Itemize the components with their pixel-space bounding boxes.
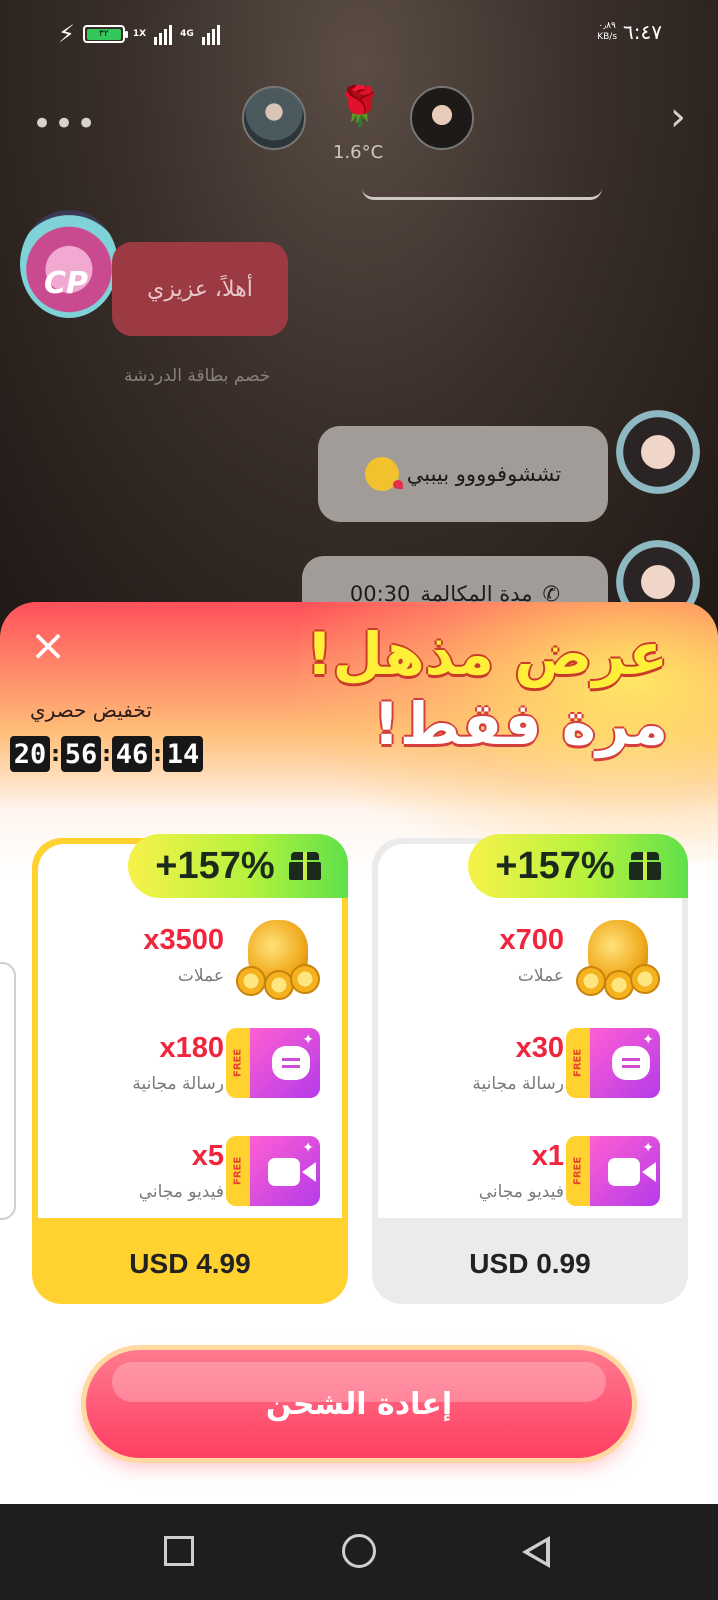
signal-icon-2	[201, 23, 220, 45]
bonus-badge: +157%	[468, 834, 688, 898]
carousel-edge	[0, 962, 16, 1220]
coins-amount: x3500	[143, 924, 224, 956]
chat-card-note: خصم بطاقة الدردشة	[124, 366, 271, 386]
exclusive-discount-label: تخفيض حصري	[30, 698, 152, 722]
coin-bag-icon	[234, 916, 322, 1000]
countdown-separator: :	[51, 741, 60, 767]
signal-icon	[154, 23, 173, 45]
intimacy-temperature: 1.6°C	[333, 142, 384, 163]
package-price: USD 4.99	[129, 1248, 251, 1279]
kiss-emoji-icon	[364, 457, 403, 491]
bonus-badge: +157%	[128, 834, 348, 898]
cp-badge-avatar[interactable]	[20, 210, 118, 318]
free-video-row: x5 فيديو مجاني FREE ✦	[38, 1130, 342, 1220]
package-contents: x700 عملات x30 رسالة مجانية FREE ✦ x1 في…	[378, 844, 682, 1218]
rose-icon: 🌹	[336, 84, 384, 128]
countdown-segment: 56	[61, 736, 101, 772]
countdown-separator: :	[153, 741, 162, 767]
cp-badge-text: CP	[44, 266, 89, 301]
coins-row: x3500 عملات	[38, 914, 342, 1004]
coins-row: x700 عملات	[378, 914, 682, 1004]
chevron-right-icon[interactable]: ›	[670, 94, 686, 140]
free-messages-label: رسالة مجانية	[132, 1074, 224, 1094]
offer-sheet: × عرض مذهل! مرة فقط! تخفيض حصري 20 : 56 …	[0, 602, 718, 1504]
battery-level: ٣٢	[86, 28, 121, 40]
package-contents: x3500 عملات x180 رسالة مجانية FREE ✦ x5	[38, 844, 342, 1218]
countdown-separator: :	[102, 741, 111, 767]
my-avatar[interactable]	[410, 86, 474, 150]
package-card[interactable]: x700 عملات x30 رسالة مجانية FREE ✦ x1 في…	[372, 834, 688, 1304]
close-icon[interactable]: ×	[28, 624, 68, 668]
free-messages-row: x180 رسالة مجانية FREE ✦	[38, 1022, 342, 1112]
status-icons: ⚡ ٣٢ 1X 4G	[58, 20, 220, 48]
sender-avatar[interactable]	[616, 410, 700, 494]
free-messages-amount: x30	[515, 1032, 564, 1064]
free-tag: FREE	[226, 1028, 250, 1098]
coins-amount: x700	[499, 924, 564, 956]
back-icon[interactable]	[522, 1536, 550, 1568]
recharge-button-label: إعادة الشحن	[265, 1386, 453, 1422]
clock: ٦:٤٧	[623, 20, 662, 44]
partner-avatar[interactable]	[242, 86, 306, 150]
recharge-button[interactable]: إعادة الشحن	[86, 1350, 632, 1458]
coin-bag-icon	[574, 916, 662, 1000]
status-bar: ⚡ ٣٢ 1X 4G ٠٫٨٩ KB/s ٦:٤٧	[0, 0, 718, 70]
chat-header: ••• 🌹 1.6°C ›	[0, 82, 718, 200]
battery-icon: ٣٢	[82, 25, 128, 43]
countdown-segment: 20	[10, 736, 50, 772]
network-tag-4g: 4G	[180, 29, 194, 39]
bonus-percent: +157%	[495, 844, 615, 887]
coins-label: عملات	[517, 966, 564, 986]
countdown-segment: 46	[112, 736, 152, 772]
free-message-icon: FREE ✦	[566, 1028, 660, 1098]
status-right: ٠٫٨٩ KB/s ٦:٤٧	[597, 20, 662, 44]
network-speed: ٠٫٨٩ KB/s	[597, 21, 617, 43]
free-video-row: x1 فيديو مجاني FREE ✦	[378, 1130, 682, 1220]
free-video-icon: FREE ✦	[566, 1136, 660, 1206]
free-tag: FREE	[566, 1028, 590, 1098]
home-icon[interactable]	[342, 1534, 376, 1568]
coins-label: عملات	[177, 966, 224, 986]
header-divider	[362, 188, 602, 200]
free-message-icon: FREE ✦	[226, 1028, 320, 1098]
gift-icon	[288, 852, 321, 880]
free-video-amount: x1	[531, 1140, 564, 1172]
free-video-amount: x5	[191, 1140, 224, 1172]
package-price: USD 0.99	[469, 1248, 591, 1279]
bonus-percent: +157%	[155, 844, 275, 887]
free-tag: FREE	[566, 1136, 590, 1206]
free-video-label: فيديو مجاني	[138, 1182, 224, 1202]
offer-headline-2: مرة فقط!	[373, 690, 668, 758]
free-video-label: فيديو مجاني	[478, 1182, 564, 1202]
recent-apps-icon[interactable]	[164, 1536, 194, 1566]
sent-message-text: تششوفوووو بيببي	[406, 462, 562, 486]
free-messages-amount: x180	[159, 1032, 224, 1064]
system-nav-bar	[0, 1504, 718, 1600]
network-tag-1x: 1X	[132, 29, 147, 39]
countdown-segment: 14	[163, 736, 203, 772]
more-options-icon[interactable]: •••	[32, 104, 98, 144]
free-video-icon: FREE ✦	[226, 1136, 320, 1206]
countdown-timer: 20 : 56 : 46 : 14	[10, 736, 203, 772]
network-speed-unit: KB/s	[597, 32, 618, 42]
network-speed-value: ٠٫٨٩	[598, 21, 616, 31]
offer-headline-1: عرض مذهل!	[306, 620, 668, 688]
free-messages-label: رسالة مجانية	[472, 1074, 564, 1094]
gift-icon	[628, 852, 661, 880]
free-tag: FREE	[226, 1136, 250, 1206]
received-message-bubble[interactable]: أهلاً، عزيزي	[112, 242, 288, 336]
free-messages-row: x30 رسالة مجانية FREE ✦	[378, 1022, 682, 1112]
package-card-selected[interactable]: x3500 عملات x180 رسالة مجانية FREE ✦ x5	[32, 834, 348, 1304]
sent-message-bubble[interactable]: تششوفوووو بيببي	[318, 426, 608, 522]
charging-icon: ⚡	[58, 20, 75, 48]
